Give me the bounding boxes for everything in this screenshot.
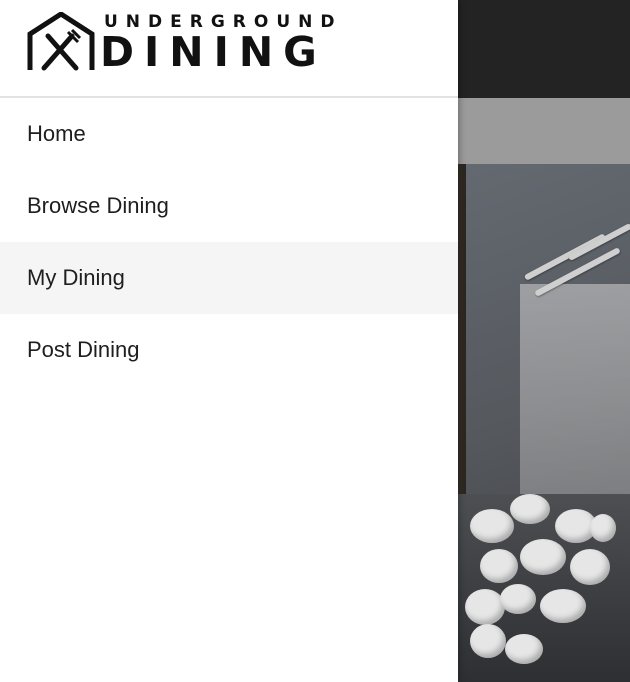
hero-cutlery bbox=[567, 222, 630, 262]
nav-item-my-dining[interactable]: My Dining bbox=[0, 242, 458, 314]
logo-text-bottom: DINING bbox=[100, 28, 327, 76]
nav-item-home[interactable]: Home bbox=[0, 98, 458, 170]
hero-stone bbox=[465, 589, 505, 625]
hero-stone bbox=[570, 549, 610, 585]
nav-drawer: UNDERGROUND DINING Home Browse Dining My… bbox=[0, 0, 458, 682]
hero-cutlery bbox=[523, 233, 607, 281]
drawer-header: UNDERGROUND DINING bbox=[0, 0, 458, 98]
hero-stone bbox=[510, 494, 550, 524]
hero-stone bbox=[470, 624, 506, 658]
hero-stone bbox=[480, 549, 518, 583]
nav-menu: Home Browse Dining My Dining Post Dining bbox=[0, 98, 458, 386]
hero-stone bbox=[500, 584, 536, 614]
hero-stone bbox=[540, 589, 586, 623]
logo[interactable]: UNDERGROUND DINING bbox=[26, 12, 335, 76]
hero-stone bbox=[590, 514, 616, 542]
house-fork-knife-icon bbox=[27, 12, 95, 71]
hero-stone bbox=[470, 509, 514, 543]
nav-item-post-dining[interactable]: Post Dining bbox=[0, 314, 458, 386]
nav-item-browse-dining[interactable]: Browse Dining bbox=[0, 170, 458, 242]
hero-stone bbox=[505, 634, 543, 664]
hero-stone bbox=[520, 539, 566, 575]
